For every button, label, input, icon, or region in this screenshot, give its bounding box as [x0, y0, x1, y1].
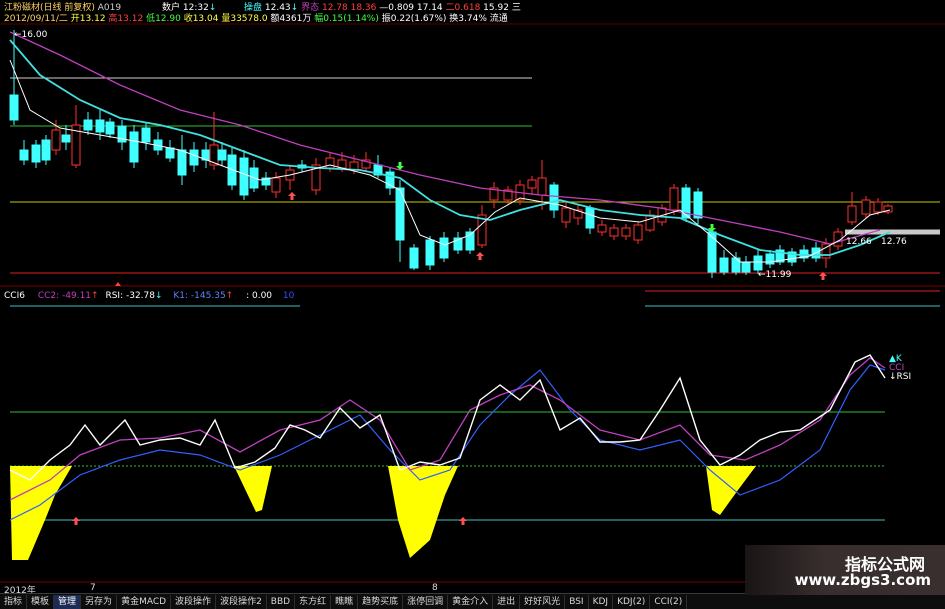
candle-body-63: [753, 255, 763, 271]
candle-body-24: [271, 177, 281, 193]
candle-body-49: [585, 207, 595, 229]
candle-body-44: [527, 179, 537, 189]
indicator-series: [9, 354, 886, 560]
tab-0[interactable]: 指标: [0, 595, 28, 609]
candle-body-0: [9, 94, 19, 121]
candle-body-36: [425, 239, 435, 266]
candle-body-56: [669, 187, 679, 211]
buy-arrow-3: [72, 517, 80, 525]
tab-14[interactable]: 好好风光: [520, 595, 566, 609]
price-high-label: ←16.00: [14, 30, 48, 40]
tab-12[interactable]: 黄金介入: [448, 595, 494, 609]
buy-arrow-0: [288, 192, 296, 200]
tab-1[interactable]: 模板: [27, 595, 55, 609]
tab-17[interactable]: KDJ(2): [613, 595, 651, 609]
indicator-tab-bar: 指标 模板 管理 另存为 黄金MACD 波段操作 波段操作2 BBD 东方红 瞧瞧 趋势买底 涨停回调…: [0, 593, 945, 609]
tab-16[interactable]: KDJ: [589, 595, 614, 609]
candle-body-47: [561, 207, 571, 223]
cci-fill-1: [10, 466, 72, 560]
candle-body-12: [141, 127, 151, 143]
tab-6[interactable]: 波段操作2: [216, 595, 267, 609]
cci-fill-3: [388, 466, 458, 558]
candle-body-71: [847, 205, 857, 223]
candle-body-37: [439, 237, 449, 259]
tab-9[interactable]: 瞧瞧: [331, 595, 359, 609]
candle-body-53: [633, 224, 643, 241]
candle-body-14: [165, 147, 175, 159]
candle-body-51: [609, 227, 619, 237]
legend-rsi: ↓RSI: [889, 372, 912, 382]
tab-15[interactable]: BSI: [565, 595, 589, 609]
price-r1-label: 12.66: [846, 237, 872, 247]
indicator-title: CCI6 CC2: -49.11↑ RSI: -32.78↓ K1: -145.…: [4, 291, 295, 301]
tab-13[interactable]: 进出: [493, 595, 521, 609]
candle-body-1: [19, 149, 29, 161]
candle-body-50: [597, 224, 607, 233]
moving-average-lines: [9, 31, 891, 263]
price-low-label: ←11.99: [758, 270, 792, 280]
ma-slow-line: [9, 31, 881, 245]
candle-body-3: [41, 139, 51, 161]
candle-body-9: [105, 121, 115, 135]
axis-month-7: 7: [90, 583, 96, 593]
candle-body-73: [873, 201, 883, 213]
candle-body-16: [189, 149, 199, 166]
chart-canvas: [0, 23, 945, 583]
candle-body-61: [731, 257, 741, 273]
candle-body-15: [177, 149, 187, 176]
rsi-line: [9, 354, 886, 481]
ma-fast-line: [9, 39, 891, 256]
buy-arrow-4: [459, 517, 467, 525]
stock-chart-window: 江粉磁材(日线 前复权) A019 数户 12:32↓ 操盘 12.43↓ 界态…: [0, 0, 945, 609]
buy-arrow-1: [476, 252, 484, 260]
candle-body-46: [549, 184, 559, 211]
candle-body-72: [861, 199, 871, 215]
candle-body-59: [707, 231, 717, 273]
candle-body-7: [83, 119, 93, 131]
tab-2[interactable]: 管理: [54, 595, 82, 609]
candle-body-58: [693, 191, 703, 219]
candle-body-19: [217, 149, 227, 161]
tab-5[interactable]: 波段操作: [171, 595, 217, 609]
candle-body-62: [741, 261, 751, 273]
tab-7[interactable]: BBD: [267, 595, 296, 609]
candlestick-series: [9, 30, 893, 278]
tab-10[interactable]: 趋势买底: [358, 595, 404, 609]
candle-body-4: [51, 129, 61, 151]
candle-body-5: [61, 134, 71, 143]
candle-body-11: [129, 131, 139, 163]
tab-8[interactable]: 东方红: [295, 595, 332, 609]
watermark-url: www.zbgs3.com: [794, 571, 931, 589]
tab-3[interactable]: 另存为: [81, 595, 118, 609]
cci-fill-2: [234, 466, 272, 512]
axis-month-8: 8: [432, 583, 438, 593]
tab-18[interactable]: CCI(2): [650, 595, 688, 609]
candle-body-54: [645, 214, 655, 231]
candle-body-45: [537, 177, 547, 196]
tab-4[interactable]: 黄金MACD: [117, 595, 172, 609]
candle-body-21: [239, 157, 249, 196]
candle-body-2: [31, 144, 41, 163]
candle-body-60: [719, 257, 729, 273]
candle-body-33: [385, 171, 395, 189]
candle-body-8: [95, 119, 105, 133]
price-r2-label: 12.76: [881, 237, 907, 247]
ma-short-line: [9, 59, 891, 263]
pane-marker: [115, 282, 121, 286]
candle-body-52: [621, 227, 631, 237]
candle-body-35: [409, 247, 419, 269]
k-line: [9, 364, 886, 521]
tab-11[interactable]: 涨停回调: [403, 595, 449, 609]
candle-body-28: [325, 157, 335, 169]
